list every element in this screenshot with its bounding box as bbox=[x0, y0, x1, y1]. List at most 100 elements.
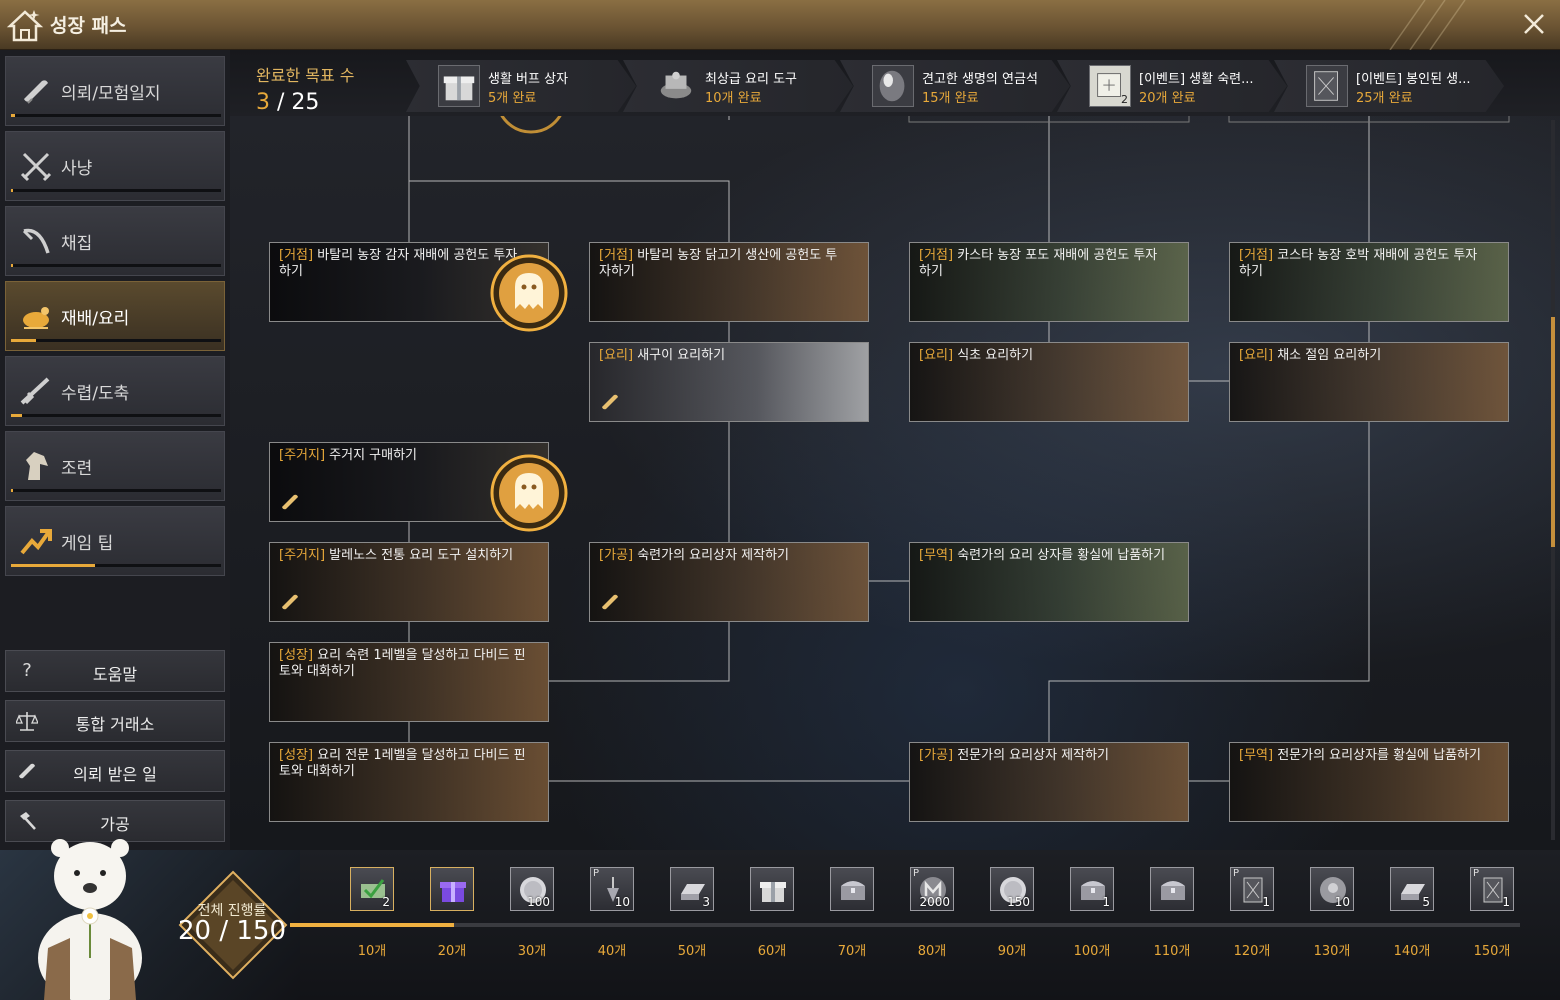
quest-card[interactable]: [요리] 식초 요리하기 bbox=[909, 342, 1189, 422]
completed-goals-label: 완료한 목표 수 bbox=[256, 66, 355, 85]
milestone-reward[interactable]: 2 [이벤트] 생활 숙련... 20개 완료 bbox=[1057, 60, 1287, 112]
reward-quantity: 2000 bbox=[919, 895, 950, 909]
reward-slot-4[interactable]: P 10 bbox=[590, 867, 634, 911]
quest-card[interactable]: [가공] 숙련가의 요리상자 제작하기 bbox=[589, 542, 869, 622]
quest-scroll-icon bbox=[282, 494, 298, 510]
category-quest-journal[interactable]: 의뢰/모험일지 bbox=[5, 56, 225, 126]
quest-title: 요리 숙련 1레벨을 달성하고 다비드 핀토와 대화하기 bbox=[279, 648, 526, 679]
quest-card[interactable]: [성장] 요리 전문 1레벨을 달성하고 다비드 핀토와 대화하기 bbox=[269, 742, 549, 822]
milestone-requirement: 5개 완료 bbox=[488, 91, 537, 106]
polar-bear-mascot bbox=[38, 839, 142, 1000]
milestone-reward[interactable]: [이벤트] 봉인된 생... 25개 완료 bbox=[1274, 60, 1504, 112]
quest-text: [성장] 요리 숙련 1레벨을 달성하고 다비드 핀토와 대화하기 bbox=[279, 648, 528, 680]
quest-card[interactable]: [주거지] 발레노스 전통 요리 도구 설치하기 bbox=[269, 542, 549, 622]
reward-slot-14[interactable]: 5 bbox=[1390, 867, 1434, 911]
reward-threshold-label: 60개 bbox=[757, 944, 787, 959]
category-gathering[interactable]: 채집 bbox=[5, 206, 225, 276]
quest-text: [거점] 바탈리 농장 닭고기 생산에 공헌도 투자하기 bbox=[599, 248, 848, 280]
quest-title: 코스타 농장 호박 재배에 공헌도 투자하기 bbox=[1239, 248, 1478, 279]
milestone-reward[interactable]: 견고한 생명의 연금석 15개 완료 bbox=[840, 60, 1070, 112]
reward-slot-15[interactable]: P1 bbox=[1470, 867, 1514, 911]
category-training[interactable]: 조련 bbox=[5, 431, 225, 501]
quest-card[interactable]: [거점] 바탈리 농장 닭고기 생산에 공헌도 투자하기 bbox=[589, 242, 869, 322]
category-progress-bar bbox=[11, 489, 221, 492]
quest-text: [거점] 코스타 농장 호박 재배에 공헌도 투자하기 bbox=[1239, 248, 1488, 280]
category-hunting[interactable]: 사냥 bbox=[5, 131, 225, 201]
trend-arrow-icon bbox=[20, 529, 52, 555]
completed-goals-count: 3 / 25 bbox=[256, 90, 355, 115]
category-progress-bar bbox=[11, 189, 221, 192]
reward-threshold-label: 110개 bbox=[1153, 944, 1191, 959]
category-progress-bar bbox=[11, 264, 221, 267]
quest-text: [무역] 숙련가의 요리 상자를 황실에 납품하기 bbox=[919, 548, 1168, 564]
quest-card[interactable]: [무역] 숙련가의 요리 상자를 황실에 납품하기 bbox=[909, 542, 1189, 622]
quest-tag: [주거지] bbox=[279, 448, 326, 463]
quest-card[interactable]: [거점] 코스타 농장 호박 재배에 공헌도 투자하기 bbox=[1229, 242, 1509, 322]
reward-slot-2[interactable] bbox=[430, 867, 474, 911]
accepted-quests-button[interactable]: 의뢰 받은 일 bbox=[5, 750, 225, 792]
reward-slot-8[interactable]: P 2000 bbox=[910, 867, 954, 911]
reward-slot-10[interactable]: 1 bbox=[1070, 867, 1114, 911]
milestone-reward[interactable]: 생활 버프 상자 5개 완료 bbox=[406, 60, 636, 112]
help-label: 도움말 bbox=[92, 665, 138, 684]
alchemy-stone-icon bbox=[872, 65, 914, 107]
quest-title: 숙련가의 요리상자 제작하기 bbox=[633, 548, 789, 563]
quest-card[interactable]: [무역] 전문가의 요리상자를 황실에 납품하기 bbox=[1229, 742, 1509, 822]
title-bar: 성장 패스 bbox=[0, 0, 1560, 50]
completed-goals-total: 25 bbox=[291, 90, 320, 115]
quest-tree-panel: 완료한 목표 수 3 / 25 생활 버프 상자 5개 완료 최상급 요리 도구… bbox=[230, 50, 1560, 850]
milestone-name: 생활 버프 상자 bbox=[488, 72, 569, 87]
category-farming-cooking[interactable]: 재배/요리 bbox=[5, 281, 225, 351]
quest-card[interactable]: [요리] 채소 절임 요리하기 bbox=[1229, 342, 1509, 422]
marketplace-button[interactable]: 통합 거래소 bbox=[5, 700, 225, 742]
reward-threshold-label: 120개 bbox=[1233, 944, 1271, 959]
quest-title: 식초 요리하기 bbox=[953, 348, 1034, 363]
quest-text: [가공] 숙련가의 요리상자 제작하기 bbox=[599, 548, 848, 564]
quest-scroll-icon bbox=[282, 594, 298, 610]
quest-tag: [요리] bbox=[919, 348, 954, 363]
category-label: 수렵/도축 bbox=[61, 384, 130, 404]
roast-chicken-icon bbox=[23, 307, 49, 329]
scrollbar-thumb[interactable] bbox=[1551, 317, 1555, 547]
category-progress-bar bbox=[11, 339, 221, 342]
reward-quantity: 150 bbox=[1007, 895, 1030, 909]
reward-slot-1[interactable]: 2 bbox=[350, 867, 394, 911]
reward-slot-13[interactable]: 10 bbox=[1310, 867, 1354, 911]
reward-slot-9[interactable]: 150 bbox=[990, 867, 1034, 911]
quest-card[interactable]: [거점] 카스타 농장 포도 재배에 공헌도 투자하기 bbox=[909, 242, 1189, 322]
marketplace-label: 통합 거래소 bbox=[75, 715, 155, 734]
total-progress-max: 150 bbox=[236, 916, 287, 946]
total-progress-separator: / bbox=[211, 916, 237, 946]
sickle-icon bbox=[22, 228, 50, 254]
reward-slot-7[interactable] bbox=[830, 867, 874, 911]
category-label: 사냥 bbox=[61, 159, 93, 179]
reward-quantity: 1 bbox=[1262, 895, 1270, 909]
category-progress-bar bbox=[11, 564, 221, 567]
category-game-tips[interactable]: 게임 팁 bbox=[5, 506, 225, 576]
milestone-requirement: 10개 완료 bbox=[705, 91, 762, 106]
quest-card[interactable]: [요리] 새구이 요리하기 bbox=[589, 342, 869, 422]
quest-tag: [성장] bbox=[279, 748, 314, 763]
quest-title: 숙련가의 요리 상자를 황실에 납품하기 bbox=[953, 548, 1166, 563]
category-hunting-butchery[interactable]: 수렵/도축 bbox=[5, 356, 225, 426]
growth-pass-house-icon bbox=[6, 10, 44, 42]
milestone-name: 최상급 요리 도구 bbox=[705, 72, 797, 87]
help-button[interactable]: ? 도움말 bbox=[5, 650, 225, 692]
close-icon[interactable] bbox=[1522, 12, 1546, 36]
reward-slot-5[interactable]: 3 bbox=[670, 867, 714, 911]
reward-threshold-label: 80개 bbox=[917, 944, 947, 959]
chest-icon bbox=[841, 881, 865, 900]
reward-quantity: 5 bbox=[1422, 895, 1430, 909]
reward-slot-11[interactable] bbox=[1150, 867, 1194, 911]
reward-threshold-label: 50개 bbox=[677, 944, 707, 959]
milestone-reward[interactable]: 최상급 요리 도구 10개 완료 bbox=[623, 60, 853, 112]
quest-text: [요리] 식초 요리하기 bbox=[919, 348, 1168, 364]
reward-slot-6[interactable] bbox=[750, 867, 794, 911]
reward-threshold-label: 130개 bbox=[1313, 944, 1351, 959]
quest-card[interactable]: [성장] 요리 숙련 1레벨을 달성하고 다비드 핀토와 대화하기 bbox=[269, 642, 549, 722]
quest-card[interactable]: [가공] 전문가의 요리상자 제작하기 bbox=[909, 742, 1189, 822]
category-label: 의뢰/모험일지 bbox=[61, 84, 161, 104]
category-progress-fill bbox=[11, 564, 95, 567]
reward-slot-3[interactable]: 100 bbox=[510, 867, 554, 911]
reward-slot-12[interactable]: P1 bbox=[1230, 867, 1274, 911]
